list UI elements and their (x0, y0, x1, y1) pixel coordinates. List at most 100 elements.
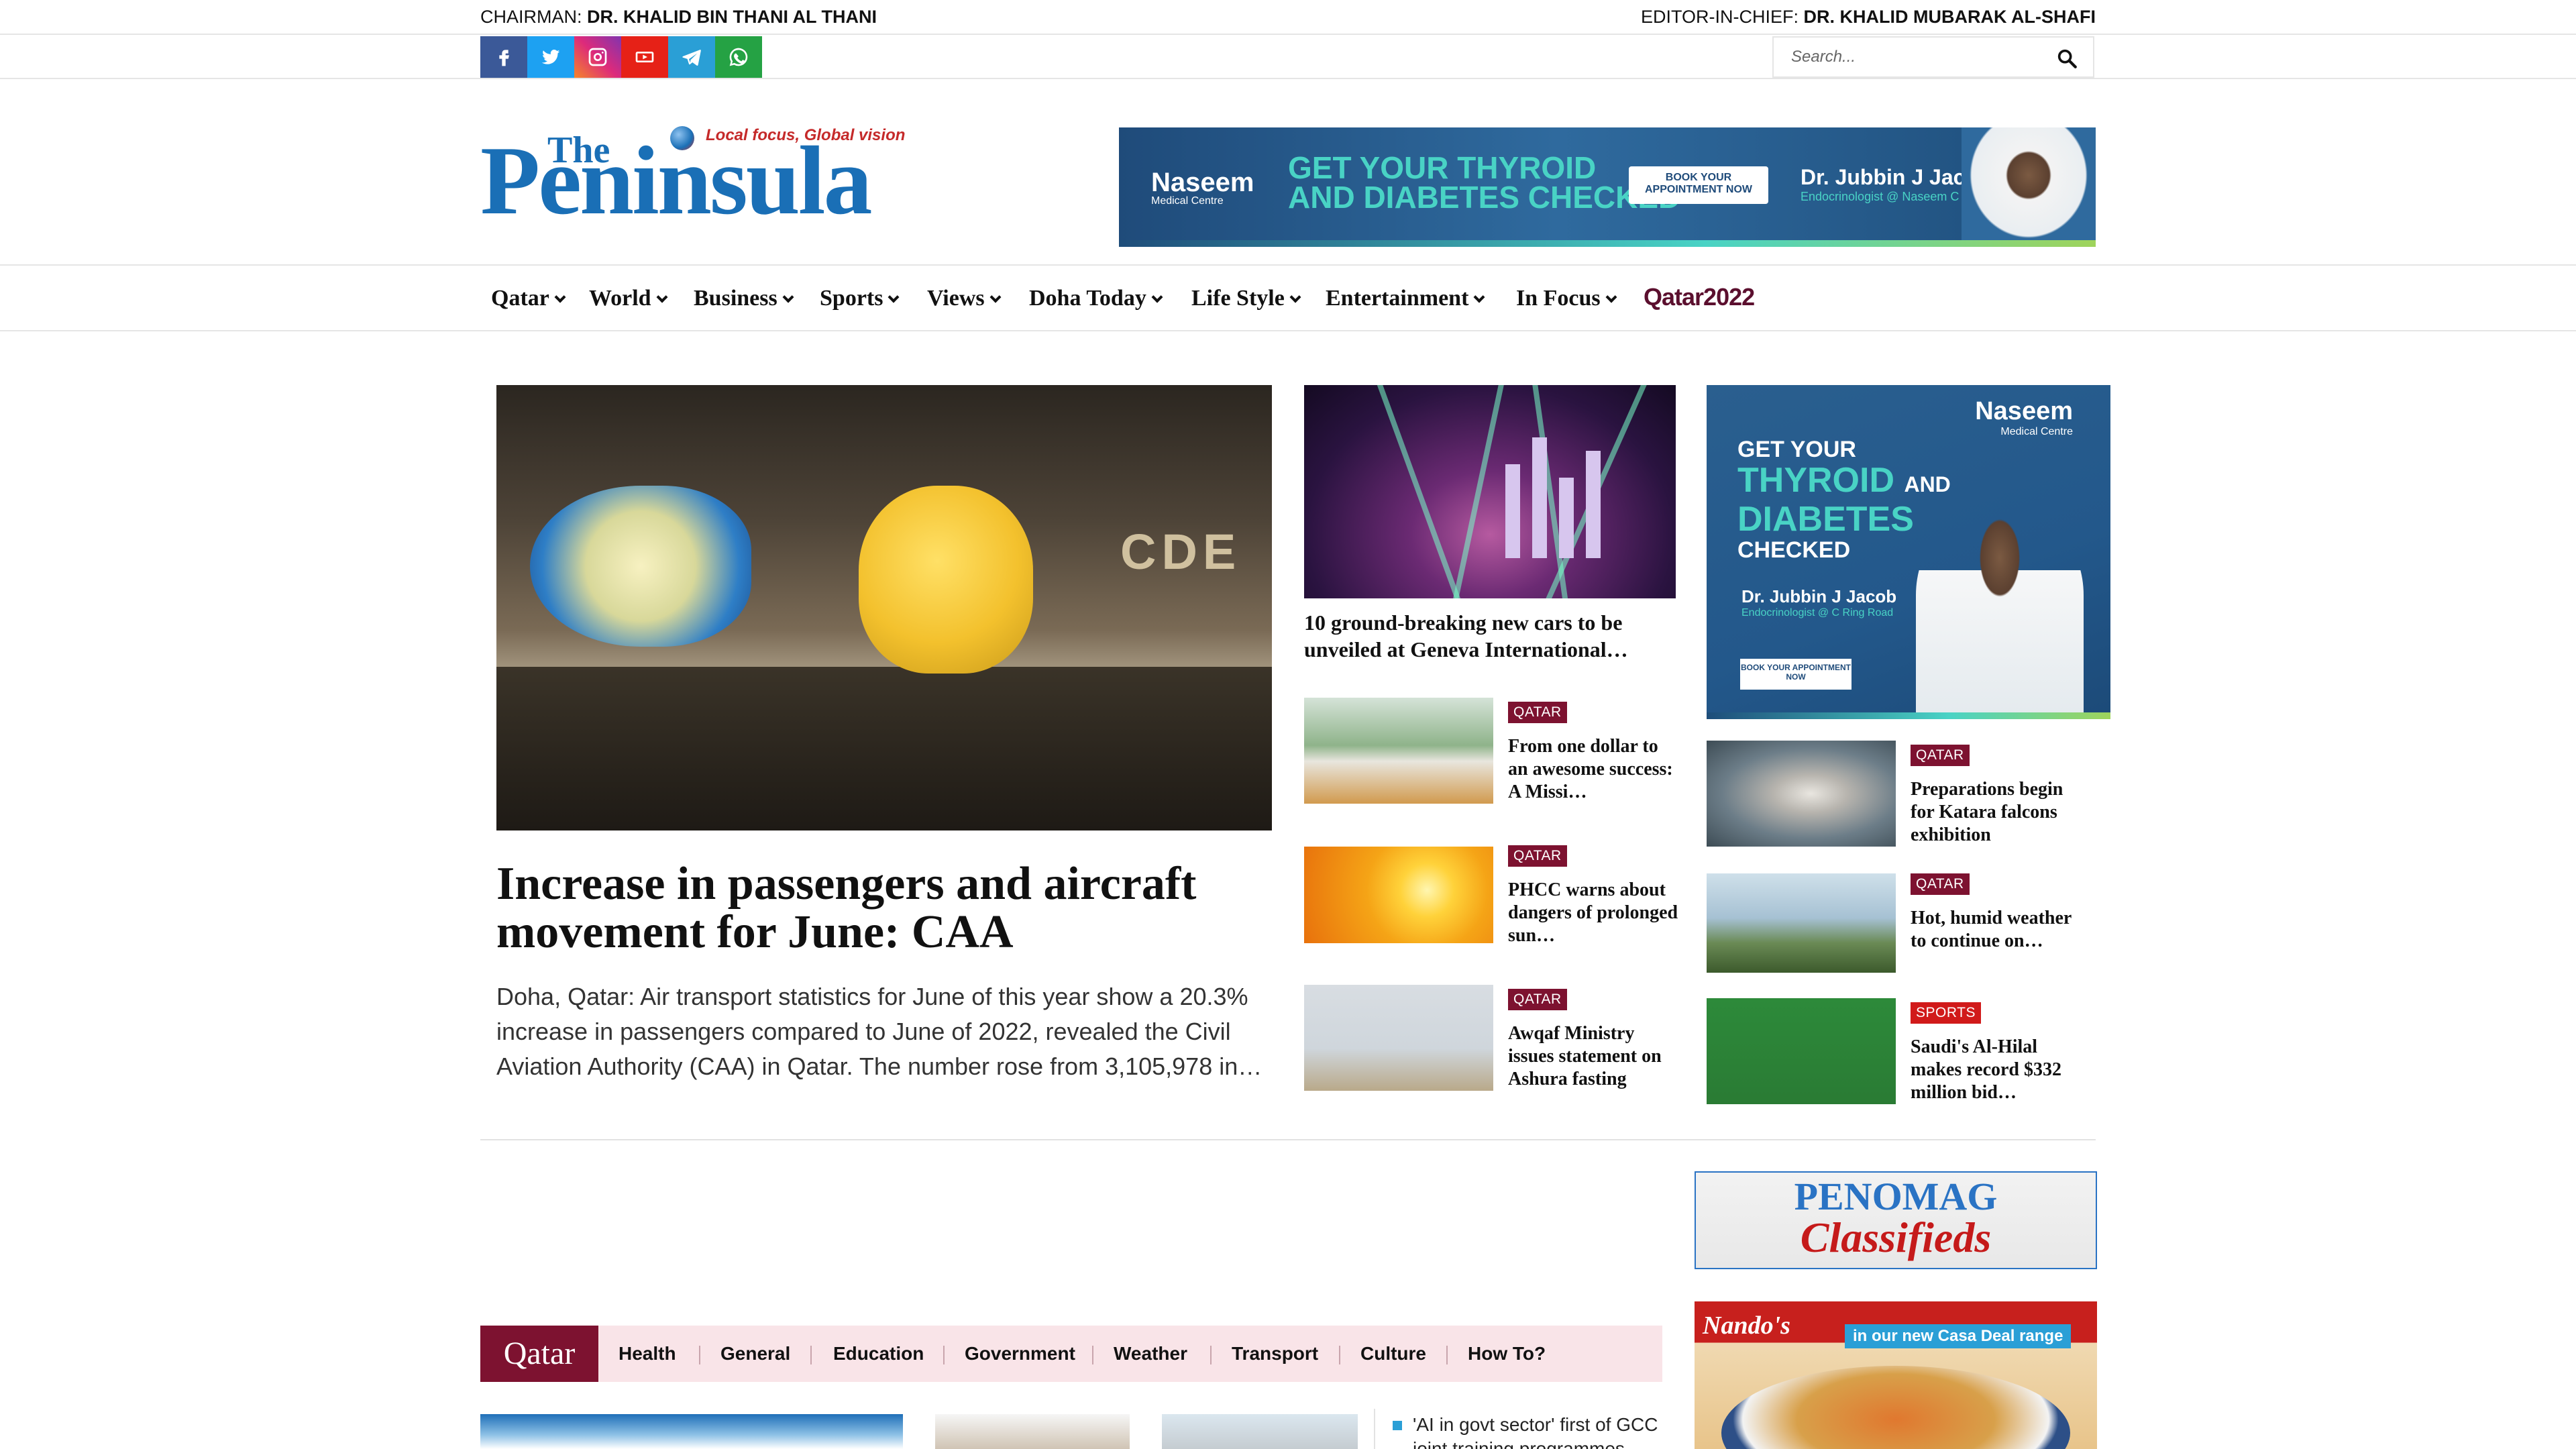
list-bullet-icon (1393, 1421, 1402, 1430)
chairman-credit: CHAIRMAN: DR. KHALID BIN THANI AL THANI (480, 7, 877, 27)
featured-title[interactable]: 10 ground-breaking new cars to be unveil… (1304, 609, 1676, 663)
chevron-down-icon (1151, 291, 1163, 303)
penomag-subtitle: Classifieds (1800, 1214, 1992, 1261)
nav-sports[interactable]: Sports (820, 286, 900, 311)
header-ad-banner[interactable]: Naseem Medical Centre GET YOUR THYROID AND… (1119, 127, 2096, 247)
twitter-link[interactable] (527, 36, 574, 78)
hero-description: Doha, Qatar: Air transport statistics fo… (496, 983, 1263, 1080)
side-ad-doctor: Dr. Jubbin J Jacob Endocrinologist @ C Ri… (1741, 586, 1897, 619)
facebook-link[interactable] (480, 36, 527, 78)
card-title[interactable]: Preparations begin for Katara falcons ex… (1911, 778, 2085, 847)
facebook-icon (499, 50, 509, 66)
category-badge[interactable]: QATAR (1508, 702, 1567, 723)
instagram-icon (588, 48, 607, 66)
card-title[interactable]: Awqaf Ministry issues statement on Ashur… (1508, 1022, 1682, 1091)
category-badge[interactable]: QATAR (1911, 873, 1970, 895)
side-ad-banner[interactable]: Naseem Medical Centre GET YOUR THYROID AN… (1707, 385, 2110, 719)
card-image[interactable] (1707, 873, 1896, 973)
penomag-classifieds-banner[interactable]: PENOMAG Classifieds (1695, 1171, 2097, 1269)
telegram-link[interactable] (668, 36, 715, 78)
nav-doha-today[interactable]: Doha Today (1029, 286, 1163, 311)
nav-life-style[interactable]: Life Style (1191, 286, 1301, 311)
ad-book-button[interactable]: BOOK YOUR APPOINTMENT NOW (1629, 166, 1768, 204)
chevron-down-icon (554, 291, 566, 303)
search-icon[interactable] (2055, 47, 2078, 70)
card-image[interactable] (1162, 1414, 1358, 1449)
nandos-food-image (1721, 1366, 2070, 1449)
hero-image[interactable]: CDE (496, 385, 1272, 830)
nav-qatar2022-logo[interactable]: Qatar2022 (1644, 283, 1755, 311)
nav-business[interactable]: Business (694, 286, 794, 311)
tab-government[interactable]: Government (965, 1343, 1075, 1364)
nandos-ad-banner[interactable]: Nando's in our new Casa Deal range (1695, 1301, 2097, 1449)
instagram-link[interactable] (574, 36, 621, 78)
whatsapp-link[interactable] (715, 36, 762, 78)
ad-brand: Naseem Medical Centre (1151, 168, 1254, 207)
nav-views[interactable]: Views (927, 286, 1002, 311)
editor-credit: EDITOR-IN-CHIEF: DR. KHALID MUBARAK AL-S… (1641, 7, 2096, 27)
logo-name: Peninsula (480, 126, 873, 235)
chevron-down-icon (1473, 291, 1485, 303)
nav-entertainment[interactable]: Entertainment (1326, 286, 1485, 311)
editor-name: DR. KHALID MUBARAK AL-SHAFI (1803, 7, 2096, 27)
category-badge[interactable]: SPORTS (1911, 1002, 1981, 1024)
ad-headline: GET YOUR THYROID AND DIABETES CHECKED (1288, 150, 1681, 215)
search-input[interactable]: Search... (1772, 36, 2094, 78)
card-image[interactable] (480, 1414, 903, 1449)
social-search-bar (0, 35, 2576, 79)
penomag-title: PENOMAG (1794, 1175, 1998, 1218)
tab-how-to[interactable]: How To? (1468, 1343, 1546, 1364)
side-ad-doctor-photo (1916, 513, 2084, 719)
chevron-down-icon (989, 291, 1002, 303)
top-credits-bar: CHAIRMAN: DR. KHALID BIN THANI AL THANI … (0, 0, 2576, 35)
featured-image[interactable] (1304, 385, 1676, 598)
site-logo[interactable]: The Local focus, Global vision Peninsula (480, 125, 973, 229)
chevron-down-icon (888, 291, 900, 303)
search-placeholder: Search... (1791, 48, 1856, 66)
side-ad-book-button[interactable]: BOOK YOUR APPOINTMENT NOW (1740, 659, 1851, 690)
card-title[interactable]: From one dollar to an awesome success: A… (1508, 735, 1682, 804)
chairman-name: DR. KHALID BIN THANI AL THANI (587, 7, 877, 27)
tab-health[interactable]: Health (619, 1343, 676, 1364)
category-badge[interactable]: QATAR (1508, 989, 1567, 1010)
section-title[interactable]: Qatar (480, 1326, 598, 1382)
ad-doctor-photo (1962, 127, 2096, 247)
card-image[interactable] (1707, 998, 1896, 1104)
tab-culture[interactable]: Culture (1360, 1343, 1426, 1364)
hero-image-bear (859, 486, 1033, 674)
chevron-down-icon (656, 291, 668, 303)
tab-general[interactable]: General (720, 1343, 790, 1364)
qatar-list-item[interactable]: 'AI in govt sector' first of GCC joint t… (1413, 1413, 1668, 1449)
tab-education[interactable]: Education (833, 1343, 924, 1364)
nandos-tag: in our new Casa Deal range (1845, 1324, 2072, 1348)
card-image[interactable] (1707, 741, 1896, 847)
tab-transport[interactable]: Transport (1232, 1343, 1318, 1364)
nav-world[interactable]: World (589, 286, 668, 311)
card-image[interactable] (1304, 985, 1493, 1091)
hero-image-sign: CDE (1120, 524, 1242, 580)
chevron-down-icon (1605, 291, 1617, 303)
qatar-section-bar: Qatar Health General Education Governmen… (480, 1326, 1662, 1382)
card-title[interactable]: Saudi's Al-Hilal makes record $332 milli… (1911, 1036, 2085, 1104)
category-badge[interactable]: QATAR (1508, 845, 1567, 867)
card-image[interactable] (935, 1414, 1130, 1449)
twitter-icon (541, 50, 560, 64)
chevron-down-icon (782, 291, 794, 303)
telegram-icon (682, 50, 701, 66)
side-ad-headline: GET YOUR THYROID AND DIABETES CHECKED (1737, 437, 1951, 563)
category-badge[interactable]: QATAR (1911, 745, 1970, 766)
hero-title[interactable]: Increase in passengers and aircraft move… (496, 860, 1272, 957)
nandos-logo: Nando's (1703, 1311, 1790, 1340)
card-title[interactable]: Hot, humid weather to continue on… (1911, 907, 2085, 953)
tab-weather[interactable]: Weather (1114, 1343, 1187, 1364)
nav-qatar[interactable]: Qatar (491, 286, 566, 311)
card-title[interactable]: PHCC warns about dangers of prolonged su… (1508, 879, 1682, 947)
youtube-icon (635, 52, 654, 62)
nav-in-focus[interactable]: In Focus (1516, 286, 1617, 311)
card-image[interactable] (1304, 698, 1493, 804)
hero-image-screen (530, 486, 751, 647)
card-image[interactable] (1304, 847, 1493, 943)
ad-strip (1119, 240, 2096, 247)
youtube-link[interactable] (621, 36, 668, 78)
chevron-down-icon (1289, 291, 1301, 303)
